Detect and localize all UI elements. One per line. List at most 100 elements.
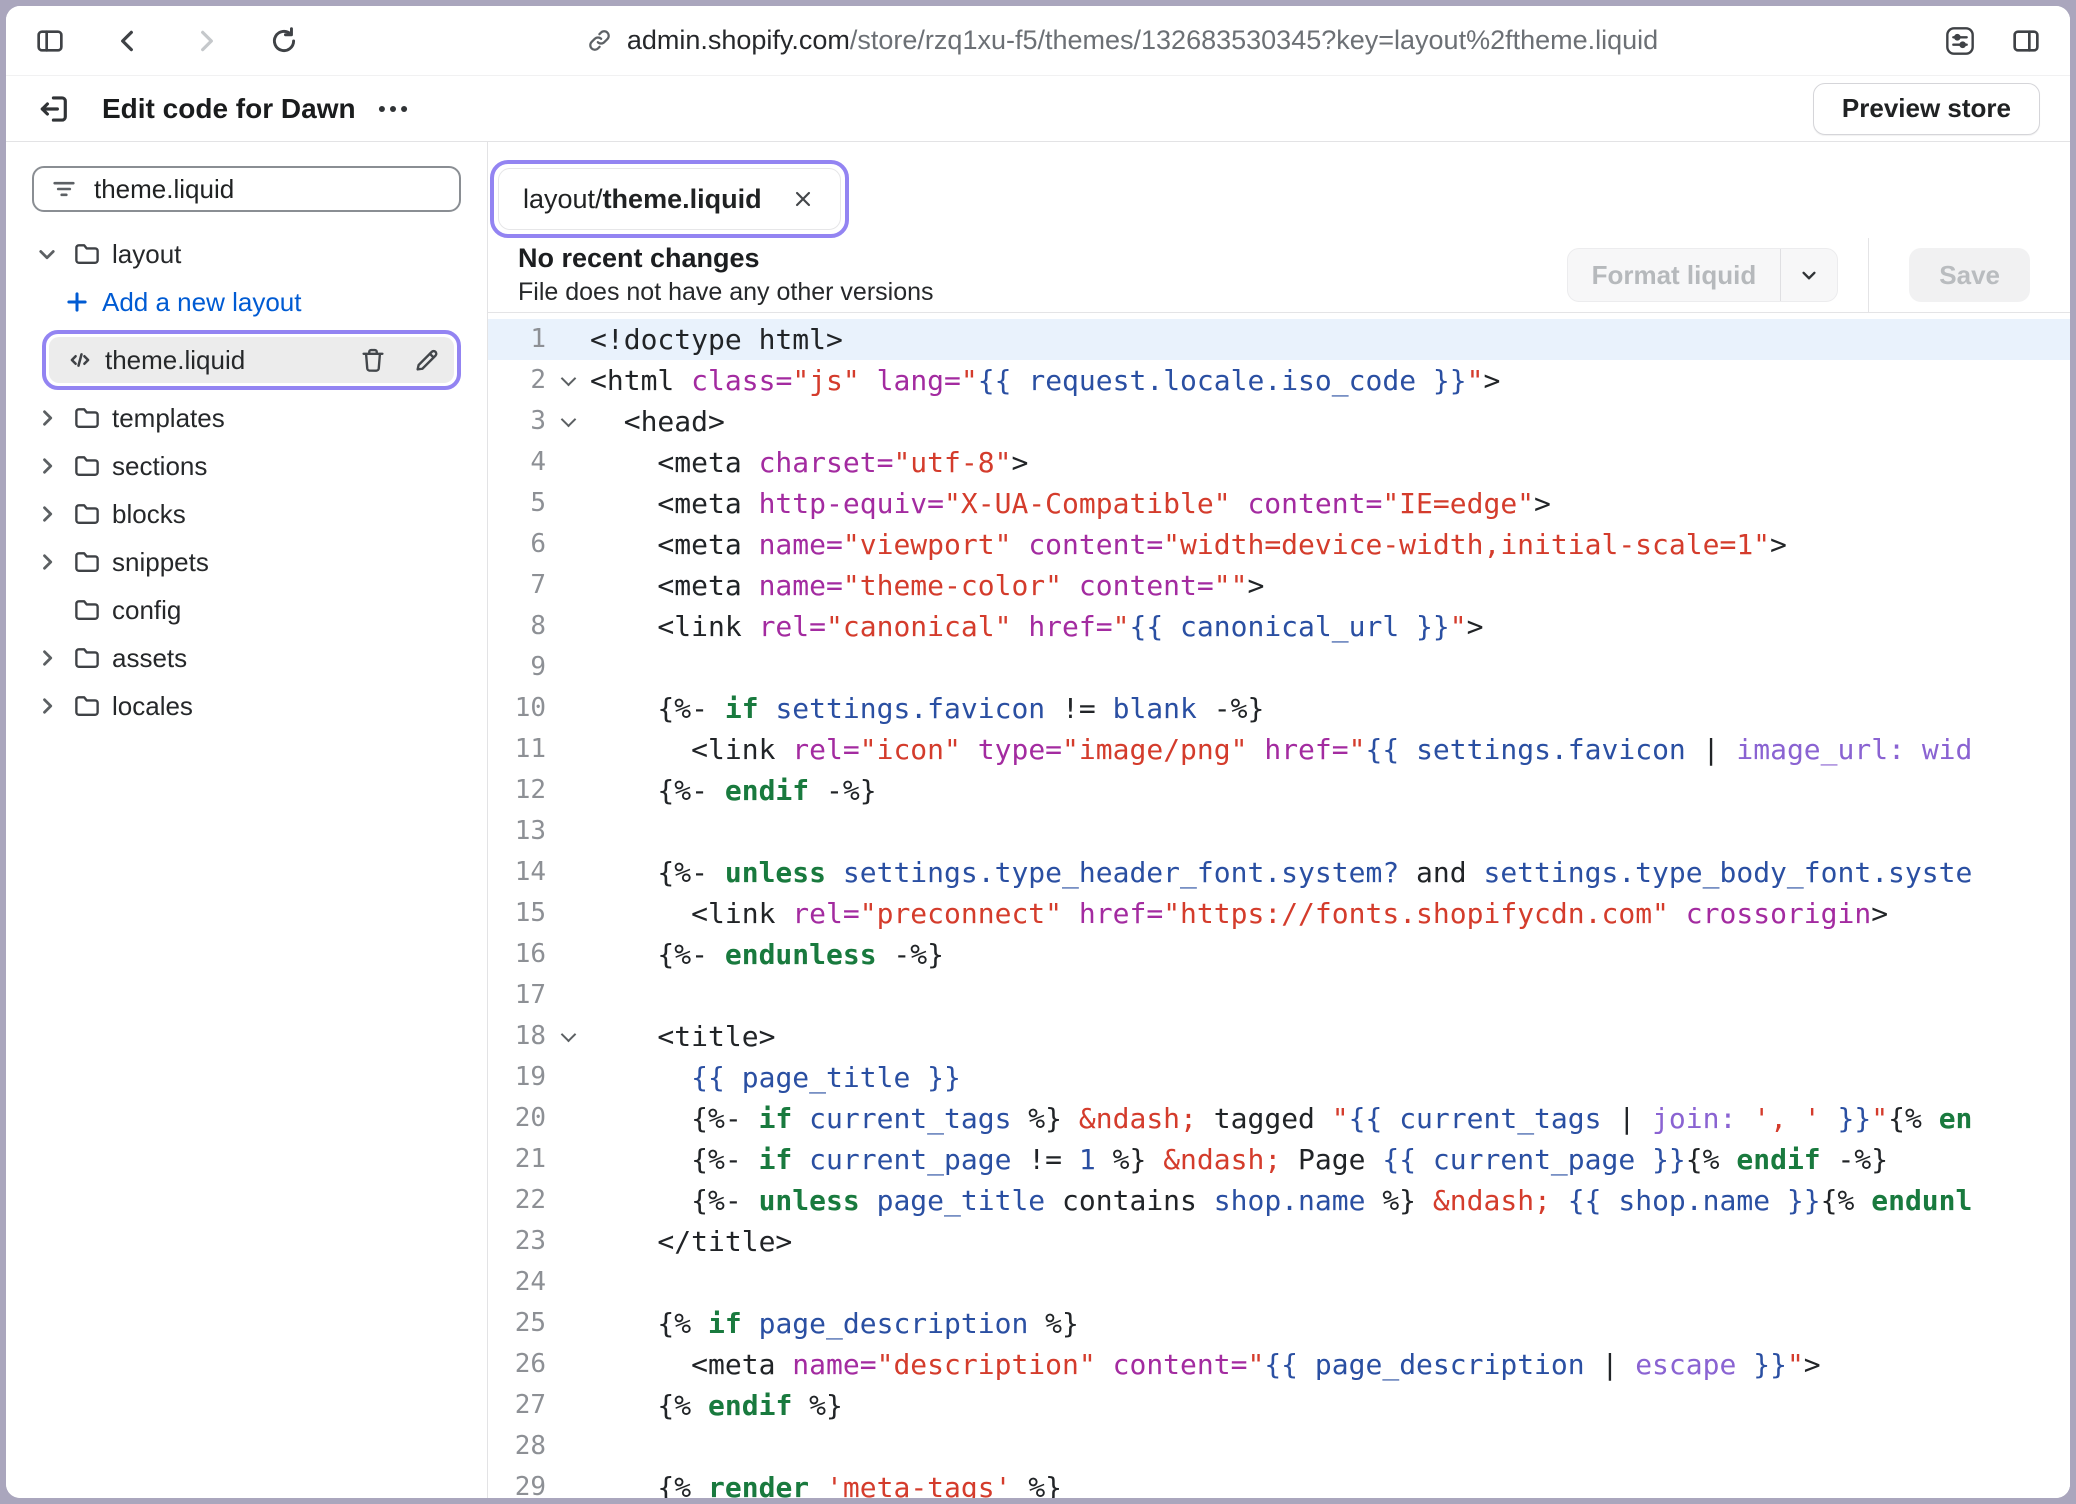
sidebar-item-templates[interactable]: templates: [32, 394, 461, 442]
code-text: [590, 1262, 2070, 1303]
chevron-right-icon[interactable]: [32, 691, 62, 721]
code-line[interactable]: 20 {%- if current_tags %} &ndash; tagged…: [488, 1098, 2070, 1139]
fold-spacer: [546, 524, 590, 565]
code-line[interactable]: 16 {%- endunless -%}: [488, 934, 2070, 975]
code-text: <head>: [590, 401, 2070, 442]
sidebar-item-theme-liquid[interactable]: theme.liquid: [49, 337, 454, 383]
sidebar-item-label: snippets: [112, 547, 209, 578]
close-icon[interactable]: [790, 186, 816, 212]
code-line[interactable]: 17: [488, 975, 2070, 1016]
fold-spacer: [546, 729, 590, 770]
fold-toggle-icon[interactable]: [546, 1016, 590, 1057]
filter-icon: [50, 175, 78, 203]
sidebar-item-assets[interactable]: assets: [32, 634, 461, 682]
code-line[interactable]: 29 {% render 'meta-tags' %}: [488, 1467, 2070, 1498]
line-number: 1: [488, 319, 546, 360]
code-line[interactable]: 14 {%- unless settings.type_header_font.…: [488, 852, 2070, 893]
search-input[interactable]: theme.liquid: [94, 174, 234, 205]
fold-spacer: [546, 1344, 590, 1385]
fold-spacer: [546, 975, 590, 1016]
code-line[interactable]: 21 {%- if current_page != 1 %} &ndash; P…: [488, 1139, 2070, 1180]
code-line[interactable]: 7 <meta name="theme-color" content="">: [488, 565, 2070, 606]
code-line[interactable]: 10 {%- if settings.favicon != blank -%}: [488, 688, 2070, 729]
sidebar-item-label: blocks: [112, 499, 186, 530]
reload-icon[interactable]: [268, 25, 300, 57]
code-line[interactable]: 19 {{ page_title }}: [488, 1057, 2070, 1098]
tune-icon[interactable]: [1944, 25, 1976, 57]
line-number: 11: [488, 729, 546, 770]
line-number: 24: [488, 1262, 546, 1303]
format-liquid-button[interactable]: Format liquid: [1567, 248, 1839, 302]
fold-spacer: [546, 1385, 590, 1426]
editor-panel: layout/theme.liquid No recent changes Fi…: [488, 142, 2070, 1498]
code-line[interactable]: 1<!doctype html>: [488, 319, 2070, 360]
code-text: <meta name="theme-color" content="">: [590, 565, 2070, 606]
sidebar-item-locales[interactable]: locales: [32, 682, 461, 730]
chevron-right-icon[interactable]: [32, 547, 62, 577]
fold-spacer: [546, 1426, 590, 1467]
code-line[interactable]: 26 <meta name="description" content="{{ …: [488, 1344, 2070, 1385]
code-line[interactable]: 18 <title>: [488, 1016, 2070, 1057]
code-text: {%- if current_tags %} &ndash; tagged "{…: [590, 1098, 2070, 1139]
code-line[interactable]: 6 <meta name="viewport" content="width=d…: [488, 524, 2070, 565]
fold-toggle-icon[interactable]: [546, 360, 590, 401]
format-dropdown-toggle[interactable]: [1781, 249, 1837, 301]
code-line[interactable]: 13: [488, 811, 2070, 852]
sidebar-toggle-icon[interactable]: [34, 25, 66, 57]
trash-icon[interactable]: [358, 345, 388, 375]
chevron-right-icon[interactable]: [32, 643, 62, 673]
save-button[interactable]: Save: [1909, 248, 2030, 302]
code-line[interactable]: 11 <link rel="icon" type="image/png" hre…: [488, 729, 2070, 770]
code-text: {{ page_title }}: [590, 1057, 2070, 1098]
line-number: 4: [488, 442, 546, 483]
line-number: 28: [488, 1426, 546, 1467]
sidebar-item-snippets[interactable]: snippets: [32, 538, 461, 586]
panel-right-icon[interactable]: [2010, 25, 2042, 57]
code-line[interactable]: 2<html class="js" lang="{{ request.local…: [488, 360, 2070, 401]
sidebar-item-config[interactable]: config: [32, 586, 461, 634]
url-text: admin.shopify.com/store/rzq1xu-f5/themes…: [627, 25, 1658, 56]
exit-editor-icon[interactable]: [36, 90, 74, 128]
address-bar[interactable]: admin.shopify.com/store/rzq1xu-f5/themes…: [300, 25, 1944, 56]
back-arrow-icon[interactable]: [112, 25, 144, 57]
content: theme.liquid layoutAdd a new layout theme…: [6, 142, 2070, 1498]
chevron-down-icon[interactable]: [32, 239, 62, 269]
sidebar-item-blocks[interactable]: blocks: [32, 490, 461, 538]
annotation-highlight-file: theme.liquid: [42, 330, 461, 390]
sidebar-item-sections[interactable]: sections: [32, 442, 461, 490]
more-actions-icon[interactable]: [374, 90, 412, 128]
folder-icon: [72, 239, 102, 269]
editor-toolbar: No recent changes File does not have any…: [488, 238, 2070, 313]
line-number: 13: [488, 811, 546, 852]
code-line[interactable]: 4 <meta charset="utf-8">: [488, 442, 2070, 483]
code-editor[interactable]: 1<!doctype html>2<html class="js" lang="…: [488, 313, 2070, 1498]
code-line[interactable]: 5 <meta http-equiv="X-UA-Compatible" con…: [488, 483, 2070, 524]
line-number: 6: [488, 524, 546, 565]
code-line[interactable]: 27 {% endif %}: [488, 1385, 2070, 1426]
code-line[interactable]: 22 {%- unless page_title contains shop.n…: [488, 1180, 2070, 1221]
code-line[interactable]: 8 <link rel="canonical" href="{{ canonic…: [488, 606, 2070, 647]
code-text: {%- endunless -%}: [590, 934, 2070, 975]
code-line[interactable]: 12 {%- endif -%}: [488, 770, 2070, 811]
folder-icon: [72, 403, 102, 433]
chevron-right-icon[interactable]: [32, 451, 62, 481]
code-line[interactable]: 25 {% if page_description %}: [488, 1303, 2070, 1344]
code-line[interactable]: 9: [488, 647, 2070, 688]
preview-store-button[interactable]: Preview store: [1813, 83, 2040, 135]
forward-arrow-icon: [190, 25, 222, 57]
fold-spacer: [546, 1262, 590, 1303]
tab-theme-liquid[interactable]: layout/theme.liquid: [498, 168, 841, 230]
code-line[interactable]: 15 <link rel="preconnect" href="https://…: [488, 893, 2070, 934]
code-line[interactable]: 28: [488, 1426, 2070, 1467]
search-box[interactable]: theme.liquid: [32, 166, 461, 212]
fold-spacer: [546, 1057, 590, 1098]
code-line[interactable]: 23 </title>: [488, 1221, 2070, 1262]
chevron-right-icon[interactable]: [32, 499, 62, 529]
code-line[interactable]: 24: [488, 1262, 2070, 1303]
pencil-icon[interactable]: [412, 345, 442, 375]
fold-toggle-icon[interactable]: [546, 401, 590, 442]
sidebar-item-add-layout[interactable]: Add a new layout: [32, 278, 461, 326]
chevron-right-icon[interactable]: [32, 403, 62, 433]
code-line[interactable]: 3 <head>: [488, 401, 2070, 442]
sidebar-item-layout[interactable]: layout: [32, 230, 461, 278]
